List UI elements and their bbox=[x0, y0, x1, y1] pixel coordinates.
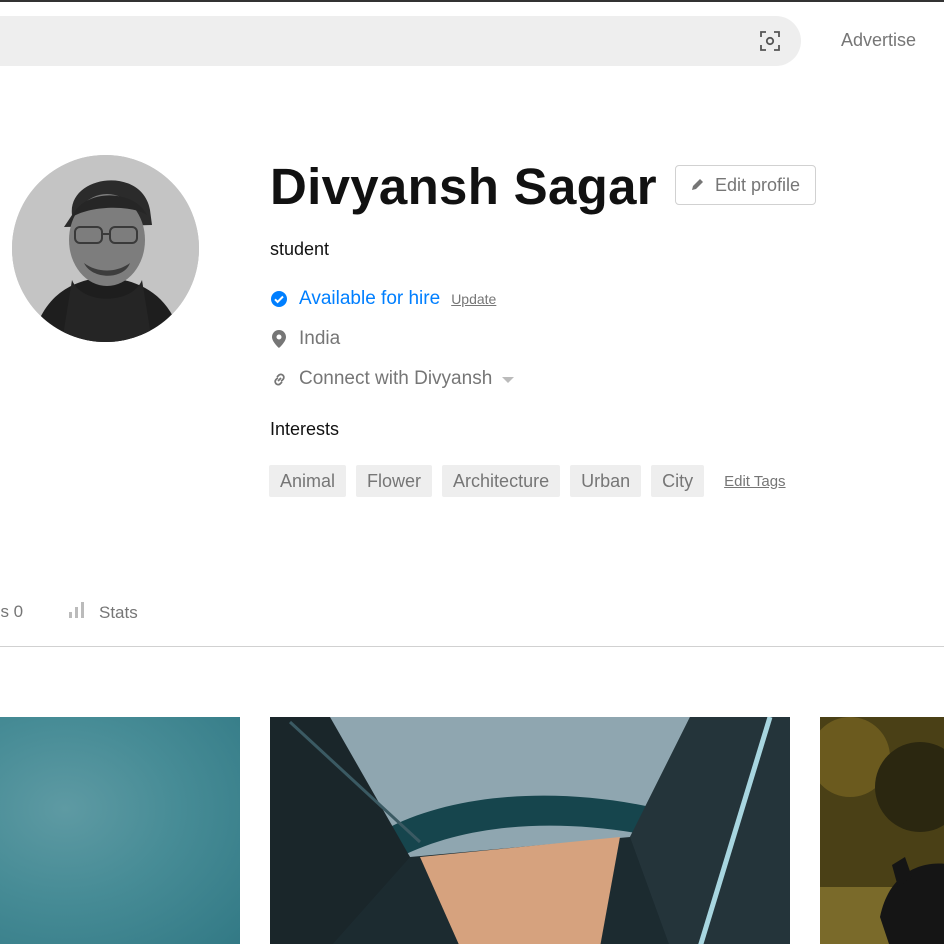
photo-card[interactable] bbox=[0, 717, 240, 944]
availability-row: Available for hire Update bbox=[270, 288, 496, 310]
interest-tag[interactable]: Architecture bbox=[442, 465, 561, 497]
edit-tags-link[interactable]: Edit Tags bbox=[724, 473, 785, 490]
bar-chart-icon bbox=[68, 602, 86, 623]
tab-collections[interactable]: ns 0 bbox=[0, 602, 23, 622]
available-for-hire-link[interactable]: Available for hire bbox=[299, 288, 440, 310]
profile-bio: student bbox=[270, 239, 330, 259]
edit-profile-label: Edit profile bbox=[714, 174, 801, 195]
pencil-icon bbox=[691, 175, 705, 196]
visual-search-icon[interactable] bbox=[756, 27, 784, 55]
connect-label: Connect with Divyansh bbox=[299, 368, 493, 389]
location-text: India bbox=[299, 328, 341, 349]
photo-card[interactable] bbox=[270, 717, 790, 944]
advertise-link[interactable]: Advertise bbox=[841, 30, 916, 51]
photo-card[interactable] bbox=[820, 717, 944, 944]
avatar bbox=[12, 155, 199, 342]
location-pin-icon bbox=[270, 330, 288, 348]
interest-tag[interactable]: City bbox=[651, 465, 705, 497]
interests-heading: Interests bbox=[270, 419, 340, 439]
tab-stats[interactable]: Stats bbox=[68, 602, 138, 623]
tabs-divider bbox=[0, 646, 944, 647]
interest-tag[interactable]: Urban bbox=[570, 465, 642, 497]
profile-name: Divyansh Sagar bbox=[270, 158, 657, 215]
update-availability-link[interactable]: Update bbox=[451, 291, 496, 307]
interest-tag[interactable]: Animal bbox=[269, 465, 347, 497]
connect-dropdown[interactable]: Connect with Divyansh bbox=[270, 368, 515, 390]
location-row: India bbox=[270, 328, 340, 350]
interest-tags: Animal Flower Architecture Urban City Ed… bbox=[269, 465, 786, 497]
stats-label: Stats bbox=[99, 602, 138, 622]
search-input[interactable] bbox=[0, 16, 801, 66]
interest-tag[interactable]: Flower bbox=[356, 465, 433, 497]
check-circle-icon bbox=[270, 290, 288, 308]
edit-profile-button[interactable]: Edit profile bbox=[675, 165, 816, 205]
link-icon bbox=[270, 370, 288, 388]
top-border bbox=[0, 0, 944, 2]
chevron-down-icon bbox=[502, 377, 515, 383]
